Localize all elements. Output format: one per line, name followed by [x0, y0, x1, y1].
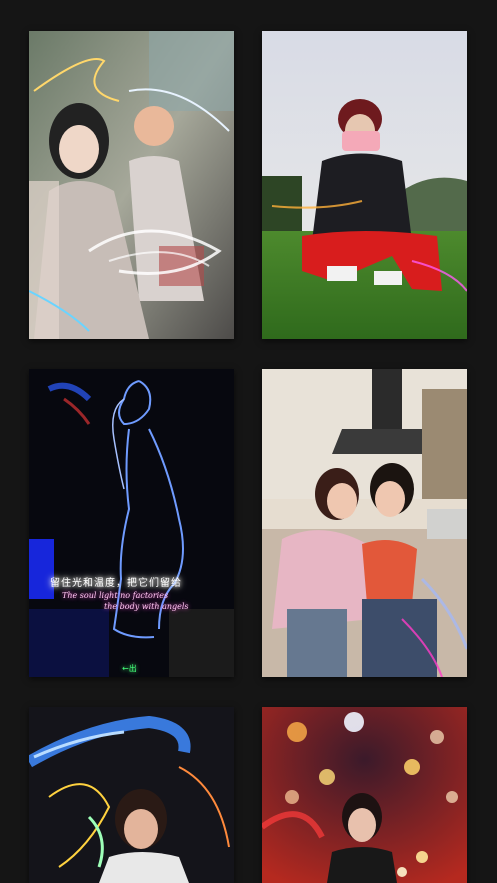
photo-5-image	[29, 707, 234, 883]
photo-grid: 留住光和温度，把它们留给 The soul light no factories…	[0, 0, 497, 883]
neon-english-line-2: the body with angels	[104, 602, 189, 611]
photo-thumbnail-1[interactable]	[29, 31, 234, 339]
photo-thumbnail-4[interactable]	[262, 369, 467, 677]
exit-sign: ←出	[122, 664, 137, 673]
photo-thumbnail-5[interactable]	[29, 707, 234, 883]
neon-english-line-1: The soul light no factories	[62, 591, 169, 600]
photo-4-image	[262, 369, 467, 677]
photo-3-image	[29, 369, 234, 677]
photo-1-image	[29, 31, 234, 339]
photo-thumbnail-2[interactable]	[262, 31, 467, 339]
neon-chinese-text: 留住光和温度，把它们留给	[50, 578, 182, 589]
photo-6-image	[262, 707, 467, 883]
photo-thumbnail-3[interactable]: 留住光和温度，把它们留给 The soul light no factories…	[29, 369, 234, 677]
photo-2-image	[262, 31, 467, 339]
photo-thumbnail-6[interactable]	[262, 707, 467, 883]
